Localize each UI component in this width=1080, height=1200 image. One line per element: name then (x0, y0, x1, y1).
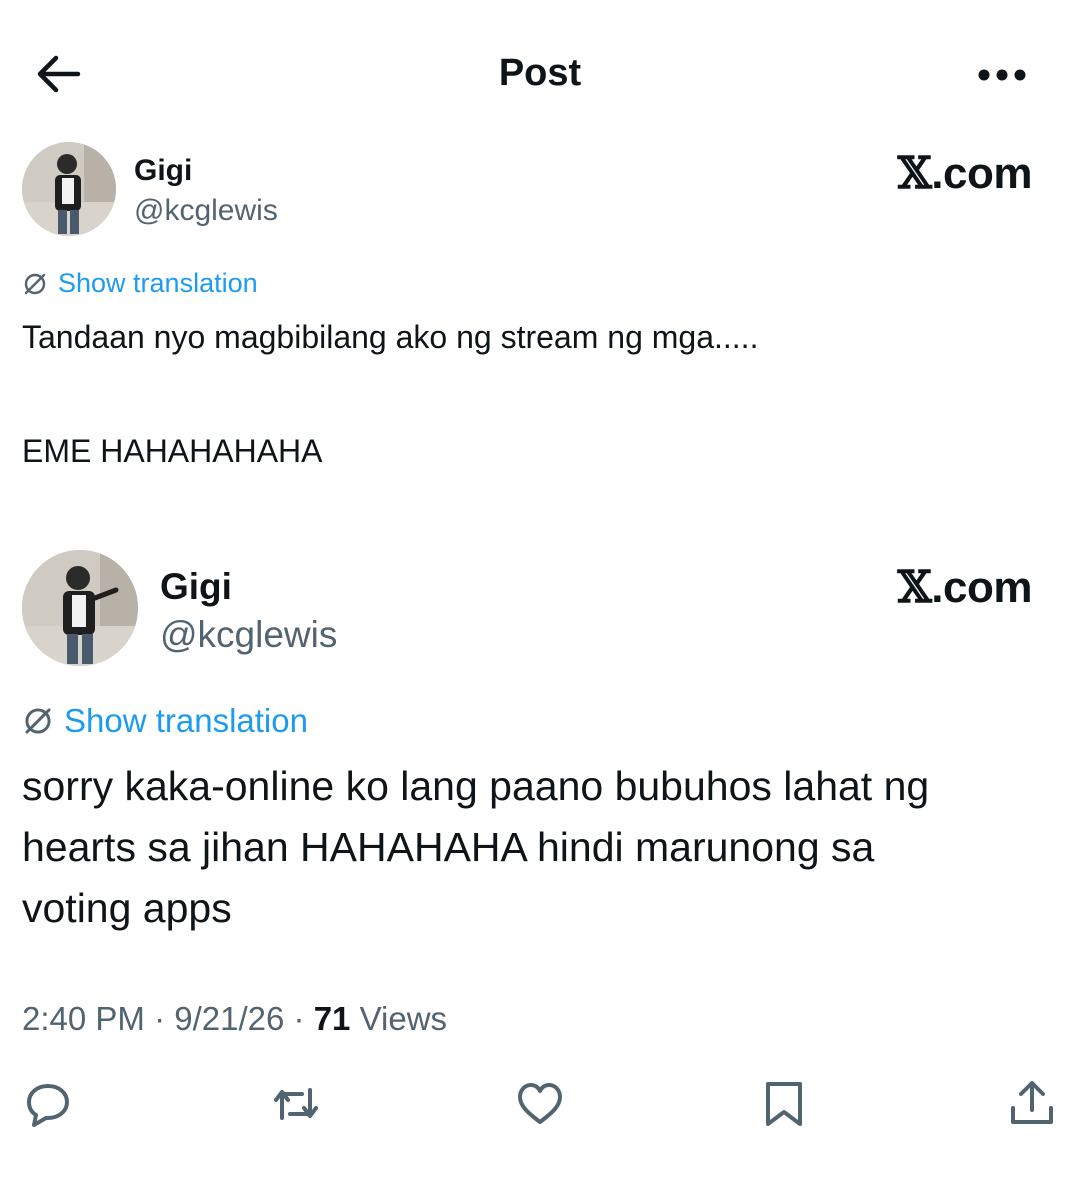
like-button[interactable] (514, 1078, 566, 1130)
action-bar (0, 1078, 1080, 1138)
meta-separator: · (154, 1000, 166, 1037)
x-logo: 𝕏 (897, 562, 932, 613)
author-handle[interactable]: @kcglewis (134, 194, 278, 228)
repost-button[interactable] (270, 1078, 322, 1130)
post-text: sorry kaka-online ko lang paano bubuhos … (22, 763, 930, 931)
translate-icon (24, 273, 46, 294)
x-logo: 𝕏 (897, 148, 932, 199)
avatar[interactable] (22, 142, 116, 236)
show-translation-link[interactable]: Show translation (22, 702, 308, 740)
brand-label: 𝕏.com (897, 148, 1033, 199)
share-button[interactable] (1006, 1078, 1058, 1130)
avatar-photo (22, 142, 116, 236)
more-options-button[interactable] (972, 60, 1032, 90)
post-time: 2:40 PM (22, 1000, 145, 1037)
repost-icon (274, 1088, 318, 1120)
show-translation-link[interactable]: Show translation (22, 268, 258, 299)
post-date: 9/21/26 (174, 1000, 285, 1037)
reply-icon (27, 1084, 69, 1127)
author-handle[interactable]: @kcglewis (160, 614, 337, 656)
translate-icon (25, 708, 51, 734)
page-title: Post (498, 52, 582, 94)
post-meta: 2:40 PM · 9/21/26 · 71 Views (22, 1000, 447, 1038)
brand-label: 𝕏.com (897, 562, 1033, 613)
views-count: 71 (313, 1000, 351, 1037)
reply-button[interactable] (22, 1078, 74, 1130)
more-icon (978, 69, 1026, 81)
avatar[interactable] (22, 550, 138, 666)
share-icon (1011, 1081, 1053, 1124)
avatar-photo (22, 550, 138, 666)
brand-suffix: .com (931, 149, 1032, 198)
meta-separator: · (293, 1000, 305, 1037)
bookmark-button[interactable] (758, 1078, 810, 1130)
like-icon (518, 1083, 562, 1124)
post-text: Tandaan nyo magbibilang ako ng stream ng… (22, 319, 759, 469)
views-label: Views (359, 1000, 448, 1037)
show-translation-label: Show translation (64, 702, 308, 739)
author-name[interactable]: Gigi (160, 566, 232, 608)
author-name[interactable]: Gigi (134, 154, 192, 188)
brand-suffix: .com (931, 563, 1032, 612)
show-translation-label: Show translation (58, 268, 258, 298)
bookmark-icon (766, 1082, 802, 1126)
